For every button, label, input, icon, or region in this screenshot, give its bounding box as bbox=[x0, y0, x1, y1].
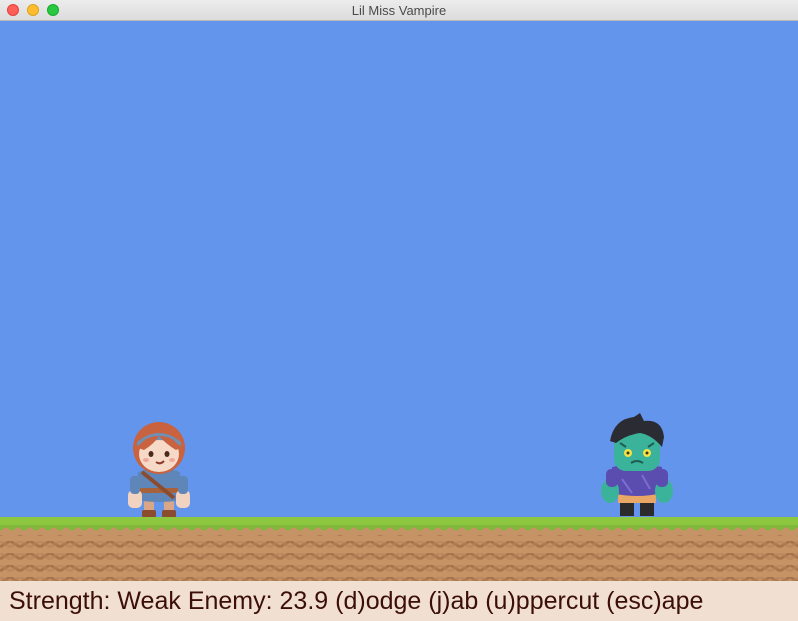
zombie-enemy bbox=[601, 413, 673, 516]
strength-label: Strength: bbox=[9, 587, 111, 615]
ground-terrain bbox=[0, 517, 798, 581]
game-viewport[interactable]: Strength: Weak Enemy: 23.9 (d)odge (j)ab… bbox=[0, 21, 798, 621]
window-title-bar: Lil Miss Vampire bbox=[0, 0, 798, 21]
strength-value: Weak bbox=[117, 587, 181, 615]
enemy-value: 23.9 bbox=[279, 587, 329, 615]
status-bar: Strength: Weak Enemy: 23.9 (d)odge (j)ab… bbox=[0, 581, 798, 621]
window-title: Lil Miss Vampire bbox=[351, 3, 447, 18]
enemy-label: Enemy: bbox=[187, 587, 273, 615]
sky-background bbox=[0, 21, 798, 517]
controls-hint: (d)odge (j)ab (u)ppercut (esc)ape bbox=[335, 587, 704, 615]
player-character bbox=[128, 422, 190, 518]
